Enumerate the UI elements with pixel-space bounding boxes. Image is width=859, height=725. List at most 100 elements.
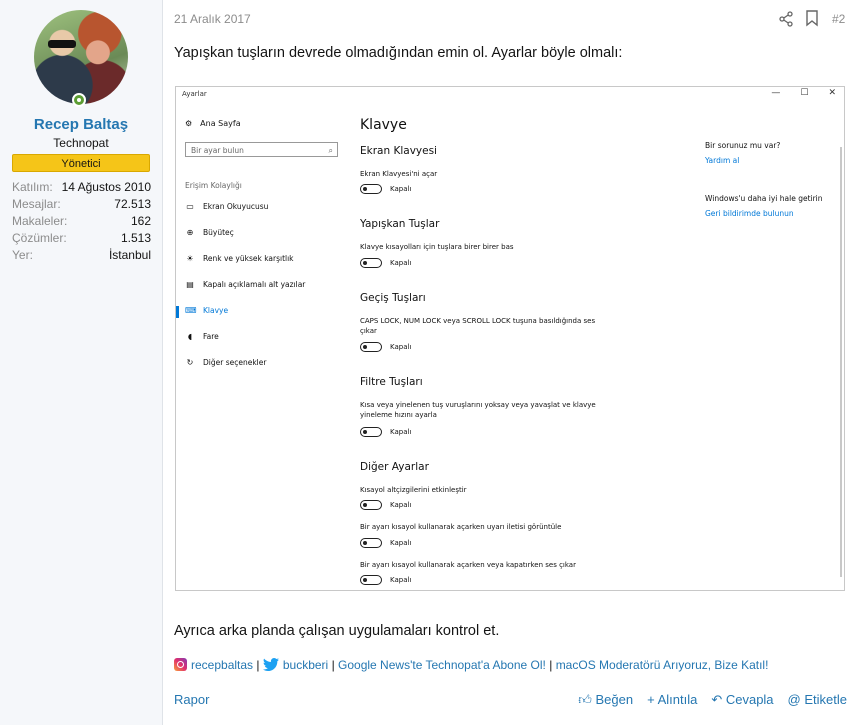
close-icon: ✕ [828,88,836,98]
report-link[interactable]: Rapor [174,692,209,707]
post-text-line2: Ayrıca arka planda çalışan uygulamaları … [174,623,500,639]
keyboard-icon: ⌨ [185,306,197,315]
instagram-link[interactable]: recepbaltas [191,658,253,672]
nav-item: ⊕ Büyüteç [185,228,234,237]
nav-item-label: Renk ve yüksek karşıtlık [203,254,294,263]
nav-home-label: Ana Sayfa [200,119,241,128]
toggle-state: Kapalı [390,539,412,547]
bookmark-icon[interactable] [805,10,819,27]
thumbs-up-icon: 👍︎ [578,692,592,707]
share-icon[interactable] [778,11,794,27]
search-placeholder: Bir ayar bulun [191,146,244,155]
avatar[interactable] [34,10,128,104]
user-stats: Katılım: 14 Ağustos 2010 Mesajlar: 72.513 … [12,179,151,264]
nav-home: ⚙ Ana Sayfa [185,119,241,128]
nav-item: ▭ Ekran Okuyucusu [185,202,268,211]
post-date[interactable]: 21 Aralık 2017 [174,12,251,26]
twitter-link[interactable]: buckberi [283,658,328,672]
section-desc: Bir ayarı kısayol kullanarak açarken vey… [360,561,576,569]
window-title: Ayarlar [182,90,207,98]
toggle-icon [360,184,382,194]
google-news-link[interactable]: Google News'te Technopat'a Abone Ol! [338,658,546,672]
mouse-icon: ◖ [187,332,193,341]
nav-item: ◖ Fare [185,332,219,341]
nav-item-label: Büyüteç [203,228,234,237]
separator: | [331,658,335,672]
role-badge: Yönetici [12,154,150,172]
reply-button[interactable]: ↶ Cevapla [711,692,773,708]
like-button[interactable]: 👍︎ Beğen [578,692,633,708]
section-desc: Kısayol altçizgilerini etkinleştir [360,486,467,494]
stat-messages: Mesajlar: 72.513 [12,196,151,213]
other-options-icon: ↻ [186,358,194,367]
toggle-icon [360,342,382,352]
side-link: Yardım al [705,156,740,165]
post-text-line1: Yapışkan tuşların devrede olmadığından e… [174,45,623,61]
toggle-state: Kapalı [390,185,412,193]
stat-joined: Katılım: 14 Ağustos 2010 [12,179,151,196]
toggle-state: Kapalı [390,428,412,436]
nav-item-label: Kapalı açıklamalı alt yazılar [203,280,306,289]
quote-button[interactable]: + Alıntıla [647,692,697,708]
side-question: Bir sorunuz mu var? [705,141,781,150]
section-title: Filtre Tuşları [360,376,423,388]
section-desc: CAPS LOCK, NUM LOCK veya SCROLL LOCK tuş… [360,317,596,335]
side-question: Windows'u daha iyi hale getirin [705,194,823,203]
section-desc: Ekran Klavyesi'ni açar [360,170,438,178]
section-title: Ekran Klavyesi [360,145,437,157]
twitter-icon [262,658,279,671]
post-actions: 👍︎ Beğen + Alıntıla ↶ Cevapla @ Etiketle [578,692,847,708]
toggle-switch: Kapalı [360,427,411,437]
separator: | [549,658,553,672]
reply-label: Cevapla [725,692,774,707]
nav-item: ☀ Renk ve yüksek karşıtlık [185,254,294,263]
toggle-switch: Kapalı [360,538,411,548]
avatar-detail [48,40,76,48]
stat-articles: Makaleler: 162 [12,213,151,230]
stat-value: İstanbul [108,248,151,262]
side-link: Geri bildirimde bulunun [705,209,794,218]
toggle-state: Kapalı [390,501,412,509]
instagram-icon [174,658,187,671]
section-desc: Kısa veya yinelenen tuş vuruşlarını yoks… [360,401,596,419]
gear-icon: ⚙ [185,119,193,128]
minimize-icon: — [771,88,781,98]
toggle-switch: Kapalı [360,184,411,194]
like-label: Beğen [595,692,634,707]
post-number[interactable]: #2 [832,12,845,26]
user-panel: Recep Baltaş Technopat Yönetici Katılım:… [0,0,163,725]
magnifier-icon: ⊕ [186,228,194,237]
section-title: Yapışkan Tuşlar [360,218,440,230]
settings-screenshot[interactable]: Ayarlar — ☐ ✕ ⚙ Ana Sayfa Bir ayar bulun ⌕… [175,86,845,591]
toggle-switch: Kapalı [360,342,411,352]
stat-label: Makaleler: [12,214,68,228]
page-heading: Klavye [360,117,407,133]
toggle-switch: Kapalı [360,575,411,585]
narrator-icon: ▭ [186,202,194,211]
nav-category: Erişim Kolaylığı [185,181,242,190]
stat-label: Çözümler: [12,231,67,245]
stat-location: Yer: İstanbul [12,247,151,264]
nav-item-label: Fare [203,332,219,341]
toggle-icon [360,538,382,548]
tag-button[interactable]: @ Etiketle [788,692,847,708]
signature: recepbaltas | buckberi | Google News'te … [174,658,768,672]
stat-value: 14 Ağustos 2010 [61,180,151,194]
scrollbar [840,147,842,577]
nav-item: ↻ Diğer seçenekler [185,358,267,367]
stat-label: Yer: [12,248,33,262]
toggle-state: Kapalı [390,343,412,351]
user-title: Technopat [53,136,109,150]
nav-item-active: ⌨ Klavye [185,306,228,315]
maximize-icon: ☐ [800,88,809,98]
stat-value: 162 [130,214,151,228]
toggle-state: Kapalı [390,576,412,584]
toggle-icon [360,258,382,268]
moderator-link[interactable]: macOS Moderatörü Arıyoruz, Bize Katıl! [556,658,769,672]
window-controls: — ☐ ✕ [771,88,836,98]
brightness-icon: ☀ [186,254,194,263]
username-link[interactable]: Recep Baltaş [0,116,162,133]
active-indicator [176,306,179,318]
nav-item-label: Ekran Okuyucusu [203,202,269,211]
captions-icon: ▤ [186,280,194,289]
